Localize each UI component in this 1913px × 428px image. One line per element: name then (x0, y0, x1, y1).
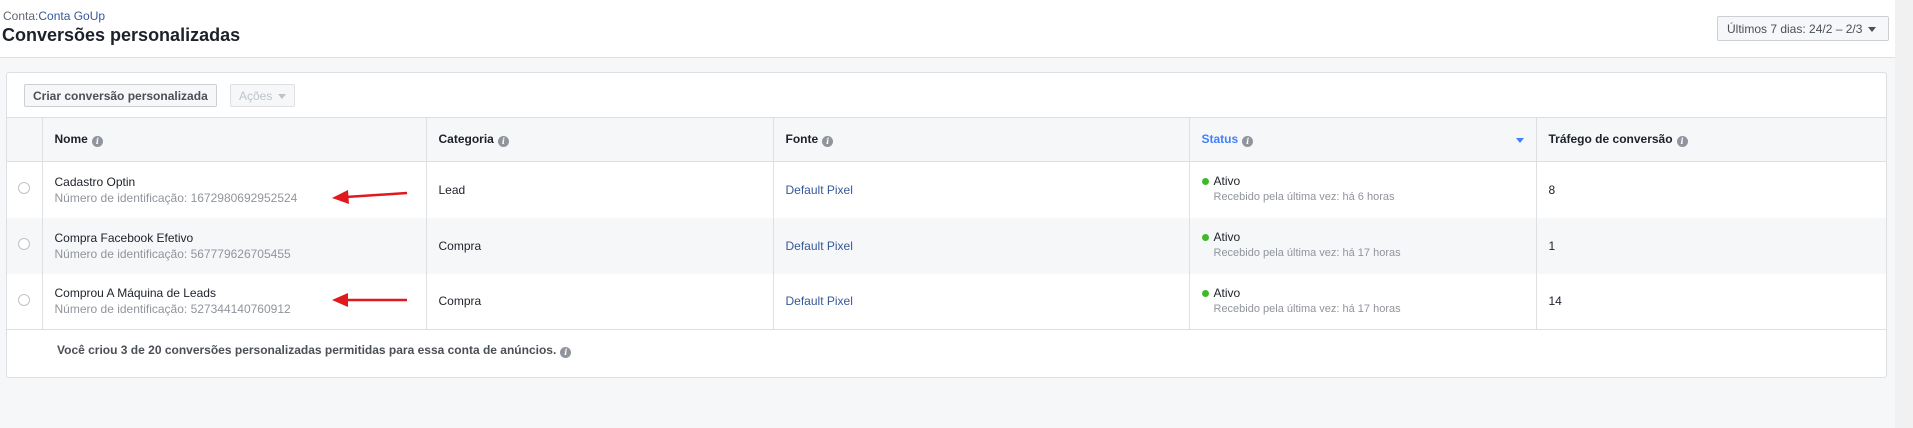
column-label: Status (1201, 132, 1239, 146)
green-dot-icon (1201, 289, 1209, 297)
red-arrow-icon (332, 190, 408, 204)
table-row[interactable]: Compra Facebook Efetivo Número de identi… (7, 217, 1886, 274)
column-header-traffic[interactable]: Tráfego de conversão i (1536, 117, 1886, 162)
green-dot-icon (1201, 234, 1209, 241)
pixel-link[interactable]: Default Pixel (786, 294, 853, 308)
table-header-row: Nome i Categoria i Fonte i Status i Tráfego … (7, 117, 1886, 162)
account-prefix: Conta: (3, 9, 39, 23)
row-select-radio[interactable] (18, 182, 31, 195)
row-select-cell (7, 161, 43, 218)
row-select-radio[interactable] (18, 238, 31, 250)
column-header-category[interactable]: Categoria i (426, 117, 774, 162)
page-header: Conta:Conta GoUp Conversões personalizad… (0, 0, 1895, 58)
row-select-cell (7, 217, 43, 274)
info-icon[interactable]: i (497, 136, 509, 147)
conversion-id: Número de identificação: 567779626705455 (54, 246, 291, 261)
page-title: Conversões personalizadas (2, 25, 241, 45)
conversions-panel: Criar conversão personalizada Ações Nome… (6, 72, 1887, 378)
status-text: Ativo (1213, 285, 1241, 300)
traffic-cell: 1 (1536, 217, 1886, 274)
traffic-cell: 14 (1536, 273, 1886, 330)
conversions-table: Nome i Categoria i Fonte i Status i Tráfego … (7, 117, 1886, 330)
status-cell: Ativo Recebido pela última vez: há 17 ho… (1189, 273, 1537, 330)
column-header-name[interactable]: Nome i (42, 117, 427, 162)
status-detail: Recebido pela última vez: há 17 horas (1213, 302, 1401, 315)
date-range-label: Últimos 7 dias: 24/2 – 2/3 (1727, 22, 1863, 36)
table-row[interactable]: Comprou A Máquina de Leads Número de ide… (7, 273, 1886, 330)
name-cell: Compra Facebook Efetivo Número de identi… (42, 217, 427, 274)
category-cell: Compra (426, 273, 774, 330)
info-icon[interactable]: i (1242, 136, 1254, 147)
vertical-scrollbar[interactable] (1895, 0, 1913, 428)
column-header-status[interactable]: Status i (1189, 117, 1537, 162)
actions-dropdown[interactable]: Ações (230, 84, 296, 107)
toolbar: Criar conversão personalizada Ações (7, 73, 1886, 117)
source-cell: Default Pixel (773, 217, 1190, 274)
column-label: Nome (54, 132, 88, 146)
footer-note-text: Você criou 3 de 20 conversões personaliz… (57, 343, 557, 357)
column-label: Tráfego de conversão (1548, 132, 1673, 146)
source-cell: Default Pixel (773, 161, 1190, 218)
pixel-link[interactable]: Default Pixel (786, 183, 853, 197)
category-cell: Lead (426, 161, 774, 218)
column-header-source[interactable]: Fonte i (773, 117, 1190, 162)
chevron-down-icon (1868, 27, 1877, 32)
status-cell: Ativo Recebido pela última vez: há 17 ho… (1189, 217, 1537, 274)
column-label: Categoria (438, 132, 494, 146)
header-select (7, 117, 43, 162)
sort-descending-icon[interactable] (1515, 138, 1524, 143)
status-detail: Recebido pela última vez: há 17 horas (1213, 247, 1401, 259)
actions-label: Ações (239, 89, 273, 103)
status-text: Ativo (1213, 174, 1241, 189)
status-cell: Ativo Recebido pela última vez: há 6 hor… (1189, 161, 1537, 218)
account-link[interactable]: Conta GoUp (38, 9, 105, 23)
red-arrow-icon (332, 293, 407, 307)
source-cell: Default Pixel (773, 273, 1190, 330)
row-select-radio[interactable] (18, 293, 31, 306)
info-icon[interactable]: i (91, 136, 103, 147)
info-icon[interactable]: i (560, 347, 572, 358)
status-detail: Recebido pela última vez: há 6 horas (1213, 191, 1395, 204)
info-icon[interactable]: i (1676, 136, 1688, 147)
info-icon[interactable]: i (822, 136, 834, 147)
row-select-cell (7, 273, 43, 330)
status-text: Ativo (1213, 230, 1241, 244)
account-line: Conta:Conta GoUp (3, 9, 105, 23)
green-dot-icon (1201, 178, 1209, 186)
column-label: Fonte (785, 132, 819, 146)
table-row[interactable]: Cadastro Optin Número de identificação: … (7, 161, 1886, 218)
create-conversion-button[interactable]: Criar conversão personalizada (24, 84, 217, 107)
pixel-link[interactable]: Default Pixel (786, 239, 853, 253)
conversions-limit-note: Você criou 3 de 20 conversões personaliz… (57, 343, 572, 358)
traffic-cell: 8 (1548, 182, 1556, 197)
conversion-name[interactable]: Compra Facebook Efetivo (55, 230, 426, 246)
date-range-dropdown[interactable]: Últimos 7 dias: 24/2 – 2/3 (1717, 16, 1889, 41)
category-cell: Compra (426, 217, 774, 274)
chevron-down-icon (278, 94, 287, 99)
